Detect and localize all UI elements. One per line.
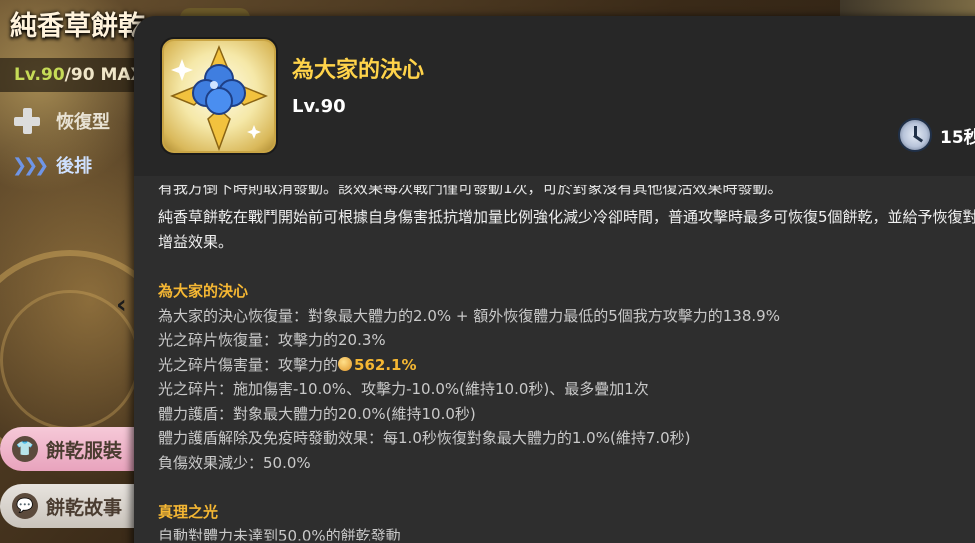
skill-cooldown: 15秒	[898, 117, 975, 153]
coin-icon	[338, 357, 353, 371]
stat-line: 體力護盾：對象最大體力的20.0%(維持10.0秒)	[158, 405, 476, 423]
level-current: Lv.90	[14, 65, 65, 85]
plus-icon	[12, 106, 42, 136]
section-title: 真理之光	[158, 503, 219, 521]
position-label: 後排	[56, 156, 92, 177]
stat-line: 光之碎片恢復量：攻擊力的20.3%	[158, 331, 386, 349]
stat-line: 負傷效果減少：50.0%	[158, 454, 311, 472]
cookie-name: 純香草餅乾	[10, 11, 145, 42]
chevron-right-icon: ❯❯❯	[12, 154, 49, 176]
story-button[interactable]: 💬 餅乾故事	[0, 484, 150, 528]
stat-line-damage: 光之碎片傷害量：攻擊力的 562.1%	[158, 353, 417, 378]
story-button-label: 餅乾故事	[46, 496, 123, 519]
truncated-text-top: 有我方倒下時則取消發動。該效果每次戰鬥僅可發動1次，可於對象沒有其他復活效果時發…	[158, 179, 783, 197]
skill-level: Lv.90	[292, 96, 346, 117]
golden-cross-shield-icon	[160, 37, 278, 155]
stat-line: 為大家的決心恢復量：對象最大體力的2.0% + 額外恢復體力最低的5個我方攻擊力…	[158, 307, 780, 325]
truncated-text-bottom: 自動對體力未達到50.0%的餅乾發動	[158, 527, 401, 543]
shirt-icon: 👕	[12, 436, 38, 462]
stat-line: 光之碎片：施加傷害-10.0%、攻擊力-10.0%(維持10.0秒)、最多疊加1…	[158, 380, 649, 398]
skill-detail-popup: 為大家的決心 Lv.90 15秒 有我方倒下時則取消發動。該效果每次戰鬥僅可發動…	[134, 16, 975, 543]
section-title: 為大家的決心	[158, 282, 249, 300]
skill-title: 為大家的決心	[292, 58, 425, 83]
level-max: /90 MAX	[64, 65, 144, 85]
stat-line-label: 光之碎片傷害量：攻擊力的	[158, 356, 339, 374]
cooldown-label: 15秒	[940, 127, 975, 148]
cookie-level: Lv.90/90 MAX	[14, 65, 144, 85]
role-label: 恢復型	[56, 112, 110, 133]
skill-description-scroll[interactable]: 有我方倒下時則取消發動。該效果每次戰鬥僅可發動1次，可於對象沒有其他復活效果時發…	[158, 176, 975, 543]
costume-button[interactable]: 👕 餅乾服裝	[0, 427, 150, 471]
cookie-position: ❯❯❯ 後排	[12, 152, 92, 178]
highlight-value: 562.1%	[354, 356, 417, 374]
cookie-role: 恢復型	[12, 106, 110, 136]
costume-button-label: 餅乾服裝	[46, 439, 123, 462]
stat-line: 體力護盾解除及免疫時發動效果：每1.0秒恢復對象最大體力的1.0%(維持7.0秒…	[158, 429, 691, 447]
clock-icon	[898, 118, 932, 152]
speech-icon: 💬	[12, 493, 38, 519]
skill-description: 純香草餅乾在戰鬥開始前可根據自身傷害抵抗增加量比例強化減少冷卻時間，普通攻擊時最…	[158, 208, 975, 251]
